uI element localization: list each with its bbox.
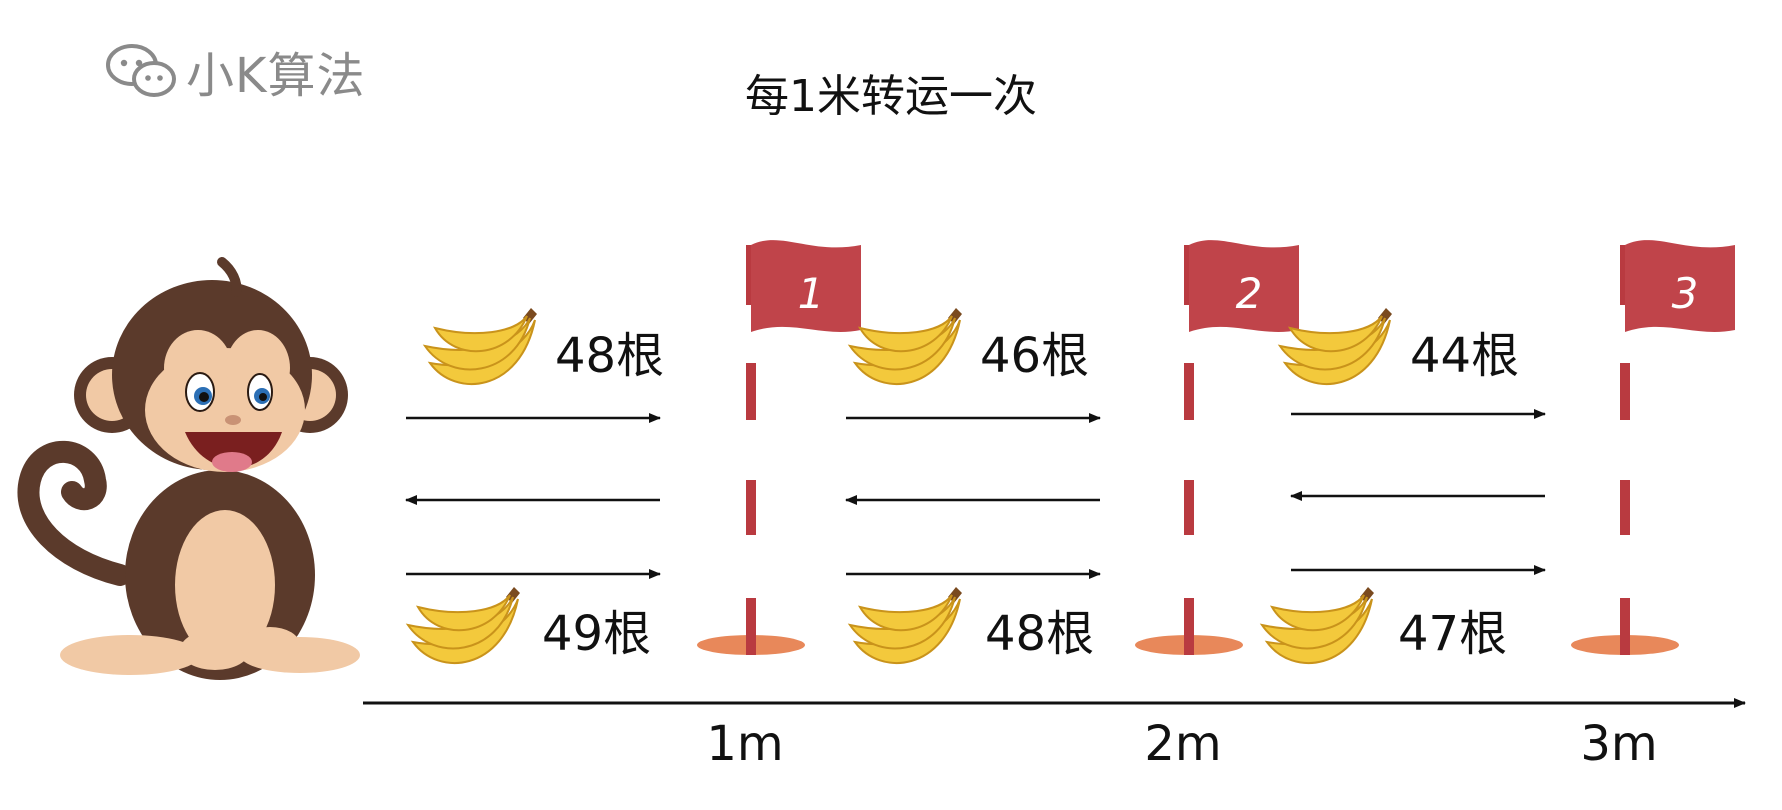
marker-3: 3 3m — [1571, 240, 1735, 772]
flag-label-2: 2 — [1236, 269, 1263, 318]
count-bottom-2: 48根 — [985, 606, 1094, 662]
banana-layer: 48根 49根 46根 48根 44根 47根 — [405, 308, 1519, 664]
arrow-layer — [405, 409, 1546, 579]
flag-label-1: 1 — [798, 269, 825, 318]
distance-label-1: 1m — [706, 716, 783, 772]
count-bottom-1: 49根 — [542, 606, 651, 662]
marker-layer: 1 1m 2 2m 3 3m — [697, 240, 1735, 772]
count-top-1: 48根 — [555, 328, 664, 384]
banana-top-2 — [847, 308, 962, 385]
pole-segment — [1184, 363, 1194, 420]
pole-segment — [1184, 480, 1194, 535]
marker-1: 1 1m — [697, 240, 861, 772]
pole-segment — [1620, 598, 1630, 655]
monkey-illustration — [17, 257, 360, 680]
banana-top-1 — [422, 308, 537, 385]
count-top-2: 46根 — [980, 328, 1089, 384]
banana-bottom-3 — [1259, 587, 1374, 664]
diagram-title: 每1米转运一次 — [745, 71, 1037, 122]
pole-segment — [1184, 598, 1194, 655]
distance-label-3: 3m — [1580, 716, 1657, 772]
banana-bottom-2 — [847, 587, 962, 664]
pole-segment — [746, 363, 756, 420]
count-top-3: 44根 — [1410, 328, 1519, 384]
flag-label-3: 3 — [1672, 269, 1699, 318]
banana-bottom-1 — [405, 587, 520, 664]
distance-label-2: 2m — [1144, 716, 1221, 772]
count-bottom-3: 47根 — [1398, 606, 1507, 662]
pole-segment — [1620, 363, 1630, 420]
pole-segment — [746, 598, 756, 655]
pole-segment — [1620, 480, 1630, 535]
marker-2: 2 2m — [1135, 240, 1299, 772]
pole-segment — [746, 480, 756, 535]
